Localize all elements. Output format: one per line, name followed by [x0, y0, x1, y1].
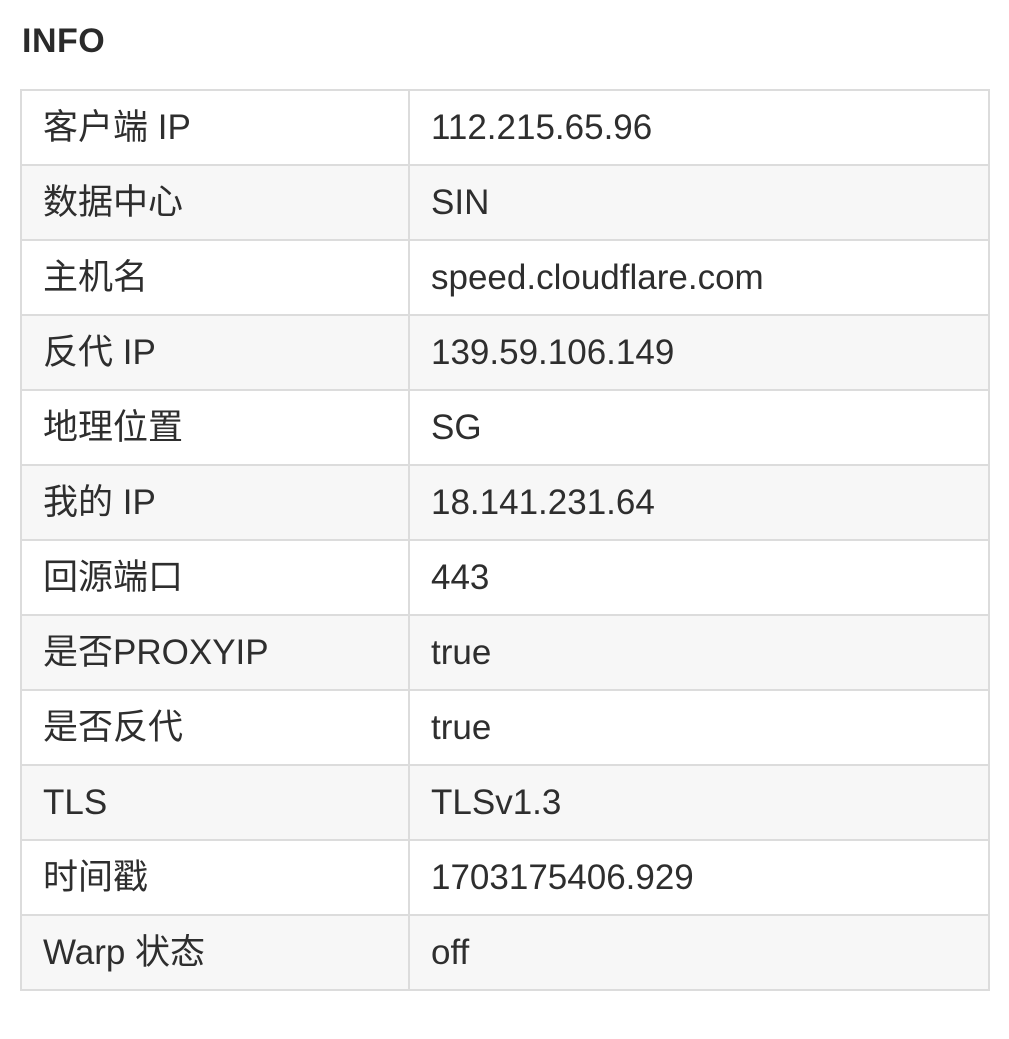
table-row-timestamp: 时间戳 1703175406.929: [20, 839, 990, 916]
row-value-proxy-ip: 139.59.106.149: [408, 314, 990, 391]
row-key-location: 地理位置: [20, 389, 410, 466]
row-key-my-ip: 我的 IP: [20, 464, 410, 541]
section-title: INFO: [22, 22, 106, 60]
row-value-warp-status: off: [408, 914, 990, 991]
table-row-proxy-ip: 反代 IP 139.59.106.149: [20, 314, 990, 391]
row-key-datacenter: 数据中心: [20, 164, 410, 241]
row-value-is-reverse-proxy: true: [408, 689, 990, 766]
row-key-is-proxyip: 是否PROXYIP: [20, 614, 410, 691]
row-value-my-ip: 18.141.231.64: [408, 464, 990, 541]
table-row-datacenter: 数据中心 SIN: [20, 164, 990, 241]
row-key-proxy-ip: 反代 IP: [20, 314, 410, 391]
info-table-body: 客户端 IP 112.215.65.96 数据中心 SIN 主机名 speed.…: [20, 89, 990, 991]
table-row-hostname: 主机名 speed.cloudflare.com: [20, 239, 990, 316]
row-key-client-ip: 客户端 IP: [20, 89, 410, 166]
row-value-client-ip: 112.215.65.96: [408, 89, 990, 166]
info-table: 客户端 IP 112.215.65.96 数据中心 SIN 主机名 speed.…: [20, 89, 990, 991]
row-key-tls: TLS: [20, 764, 410, 841]
table-row-warp-status: Warp 状态 off: [20, 914, 990, 991]
table-row-client-ip: 客户端 IP 112.215.65.96: [20, 89, 990, 166]
row-value-hostname: speed.cloudflare.com: [408, 239, 990, 316]
table-row-tls: TLS TLSv1.3: [20, 764, 990, 841]
row-value-origin-port: 443: [408, 539, 990, 616]
table-row-location: 地理位置 SG: [20, 389, 990, 466]
row-value-tls: TLSv1.3: [408, 764, 990, 841]
row-value-is-proxyip: true: [408, 614, 990, 691]
row-key-timestamp: 时间戳: [20, 839, 410, 916]
row-value-datacenter: SIN: [408, 164, 990, 241]
table-row-my-ip: 我的 IP 18.141.231.64: [20, 464, 990, 541]
info-page: INFO 客户端 IP 112.215.65.96 数据中心 SIN 主机名 s…: [0, 0, 1009, 1039]
row-key-is-reverse-proxy: 是否反代: [20, 689, 410, 766]
table-row-origin-port: 回源端口 443: [20, 539, 990, 616]
table-row-is-proxyip: 是否PROXYIP true: [20, 614, 990, 691]
row-key-warp-status: Warp 状态: [20, 914, 410, 991]
row-value-location: SG: [408, 389, 990, 466]
table-row-is-reverse-proxy: 是否反代 true: [20, 689, 990, 766]
row-key-hostname: 主机名: [20, 239, 410, 316]
row-value-timestamp: 1703175406.929: [408, 839, 990, 916]
row-key-origin-port: 回源端口: [20, 539, 410, 616]
